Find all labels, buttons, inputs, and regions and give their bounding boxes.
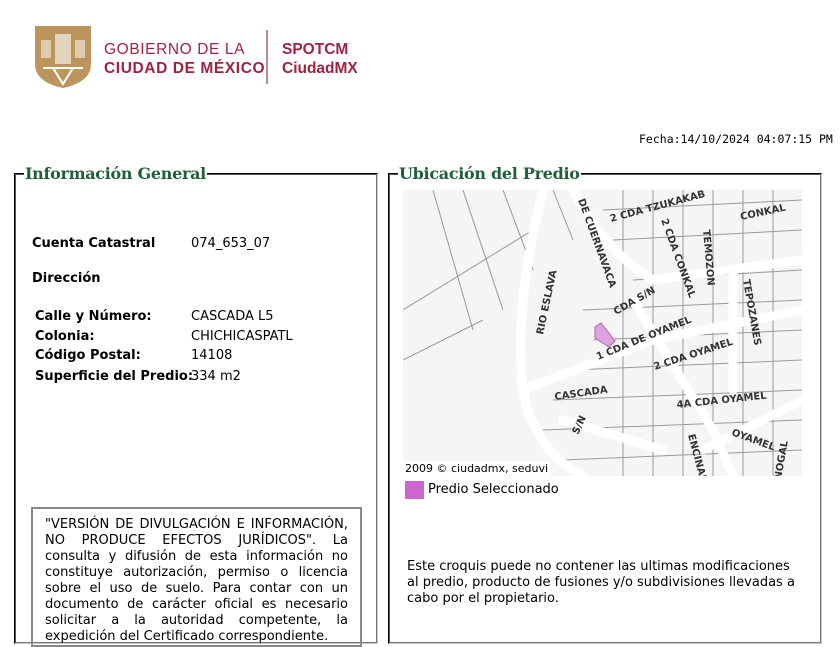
cuenta-value: 074_653_07 (191, 236, 271, 251)
field-label: Superficie del Predio: (35, 369, 194, 384)
field-value: 334 m2 (191, 369, 241, 384)
street-label: CDA S/N (612, 285, 657, 318)
field-value: 14108 (191, 348, 233, 363)
selected-parcel-swatch (405, 481, 424, 499)
header-divider (266, 30, 268, 84)
street-label: NOGAL (773, 439, 791, 476)
direccion-label: Dirección (32, 271, 101, 286)
cuenta-label: Cuenta Catastral (32, 236, 156, 251)
street-label: OYAMEL (730, 427, 777, 453)
panel-title: Ubicación del Predio (399, 164, 580, 183)
field-value: CHICHICASPATL (191, 329, 293, 344)
street-label: 2 CDA CONKAL (658, 217, 697, 300)
location-map[interactable]: DE CUERNAVACA 2 CDA TZUKAKAB 2 CDA CONKA… (403, 190, 802, 476)
field-label: Código Postal: (35, 348, 141, 363)
selected-parcel[interactable] (594, 322, 616, 348)
cdmx-shield-logo (35, 26, 91, 88)
street-label: 2 CDA TZUKAKAB (609, 190, 707, 225)
street-label: CONKAL (739, 202, 787, 222)
date-stamp: Fecha:14/10/2024 04:07:15 PM | I (639, 132, 840, 146)
field-label: Calle y Número: (35, 309, 152, 324)
map-note: Este croquis puede no contener las ultim… (407, 559, 795, 606)
legend-label: Predio Seleccionado (428, 482, 559, 497)
map-drawing: DE CUERNAVACA 2 CDA TZUKAKAB 2 CDA CONKA… (403, 190, 802, 476)
panel-title: Información General (25, 164, 206, 183)
street-label: CASCADA (554, 385, 609, 403)
disclaimer-box: "VERSIÓN DE DIVULGACIÓN E INFORMACIÓN, N… (31, 507, 362, 647)
government-name: GOBIERNO DE LA CIUDAD DE MÉXICO (104, 41, 266, 77)
field-label: Colonia: (35, 329, 95, 344)
map-copyright: 2009 © ciudadmx, seduvi (403, 461, 552, 476)
app-name: SPOTCM CiudadMX (282, 41, 358, 77)
field-value: CASCADA L5 (191, 309, 274, 324)
street-label: RIO ESLAVA (535, 269, 559, 336)
